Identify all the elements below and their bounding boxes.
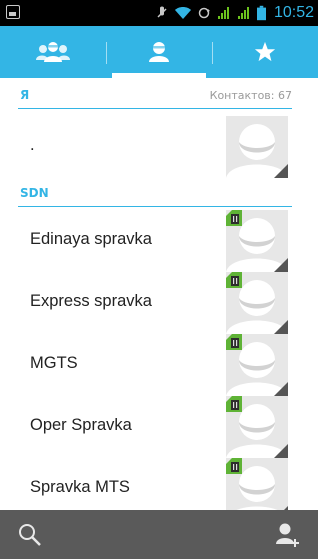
add-contact-icon [276,523,299,547]
signal-sim2-icon [237,7,249,19]
contact-name: Oper Spravka [30,416,132,434]
bottom-action-bar [0,510,318,559]
star-icon [254,41,276,62]
avatar [226,396,288,458]
contact-row-me[interactable]: . [0,116,318,178]
contact-name: MGTS [30,354,78,372]
contact-list[interactable]: Я Контактов: 67 . SDN Edinaya spravka Ex… [0,78,318,510]
sim-card-icon [226,334,242,350]
groups-icon [36,42,70,62]
section-header-me: Я Контактов: 67 [18,80,292,109]
section-header-sdn: SDN [18,178,292,207]
battery-icon [256,5,266,21]
wifi-icon [174,7,191,19]
contact-name: . [30,136,35,154]
image-notification-icon [6,5,20,19]
search-button[interactable] [0,510,60,559]
avatar [226,210,288,272]
mute-icon [157,6,167,18]
avatar [226,334,288,396]
contact-name: Spravka MTS [30,478,130,496]
sim-card-icon [226,458,242,474]
contact-count: Контактов: 67 [209,89,292,102]
contact-row[interactable]: Express spravka [0,272,318,334]
add-contact-button[interactable] [258,510,318,559]
sim-card-icon [226,272,242,288]
contact-row[interactable]: Edinaya spravka [0,210,318,272]
tab-contacts[interactable] [106,26,212,78]
section-title: Я [20,88,30,102]
tab-favorites[interactable] [212,26,318,78]
sim-card-icon [226,396,242,412]
tab-bar [0,26,318,78]
section-title: SDN [20,186,49,200]
search-icon [19,523,41,546]
avatar [226,272,288,334]
contact-name: Edinaya spravka [30,230,152,248]
signal-sim1-icon [217,7,229,19]
contact-row[interactable]: Spravka MTS [0,458,318,510]
sim-card-icon [226,210,242,226]
clock: 10:52 [273,4,314,21]
sync-icon [198,7,210,19]
avatar [226,116,288,178]
default-avatar-icon [226,124,288,178]
contact-row[interactable]: MGTS [0,334,318,396]
avatar [226,458,288,510]
tab-groups[interactable] [0,26,106,78]
contact-name: Express spravka [30,292,152,310]
person-icon [149,42,169,62]
status-bar: 10:52 [0,0,318,26]
contact-row[interactable]: Oper Spravka [0,396,318,458]
